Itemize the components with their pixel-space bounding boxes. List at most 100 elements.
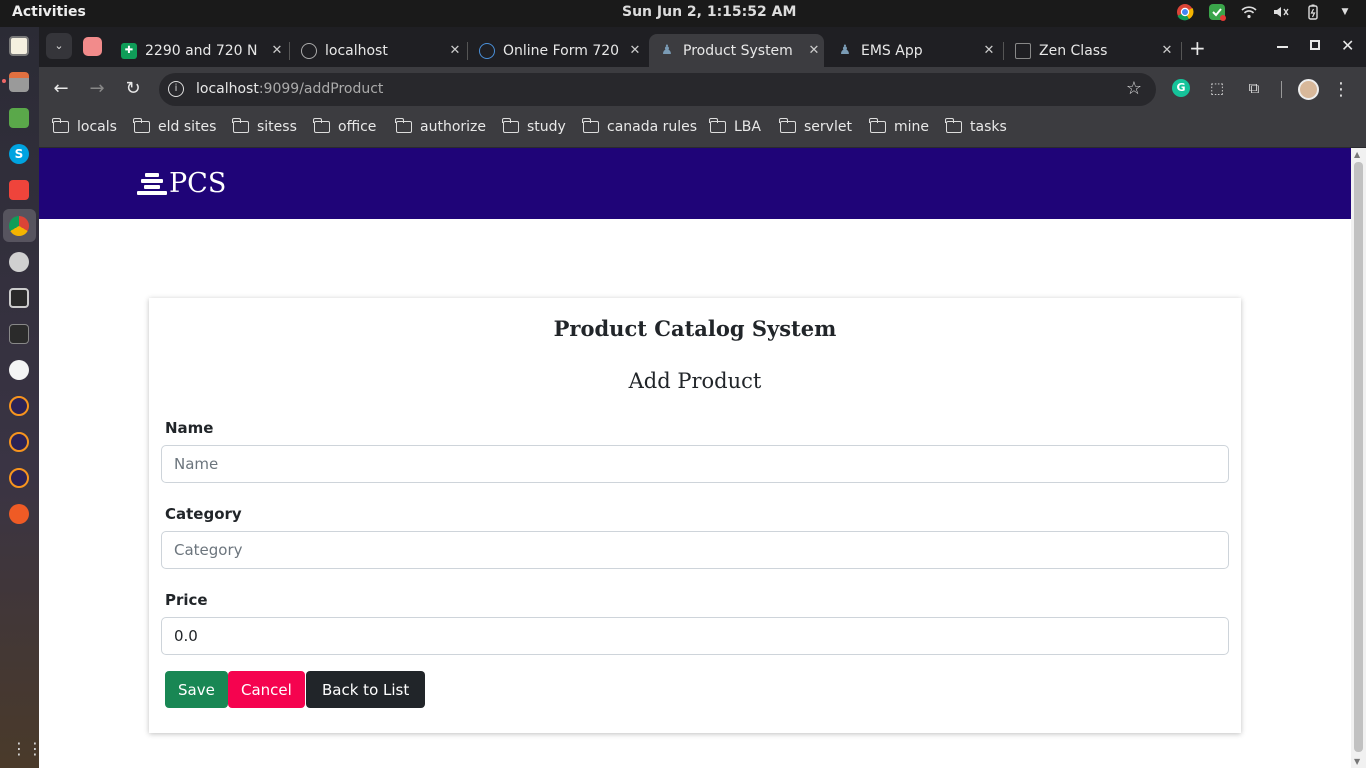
page-title: Product Catalog System (553, 316, 837, 341)
bookmark-folder[interactable]: LBA (709, 118, 761, 135)
category-input[interactable] (161, 531, 1229, 569)
price-label: Price (165, 591, 208, 609)
sheets-icon: ✚ (121, 42, 137, 59)
scroll-up-arrow-icon[interactable]: ▲ (1354, 150, 1360, 159)
bookmark-folder[interactable]: office (313, 118, 376, 135)
back-to-list-button[interactable]: Back to List (306, 671, 426, 708)
eclipse-icon[interactable] (9, 396, 29, 416)
address-url[interactable]: localhost:9099/addProduct (196, 81, 383, 97)
browser-tab-strip: ⌄ ✚ 2290 and 720 N ✕ localhost ✕ Online … (39, 27, 1366, 67)
bookmark-label: servlet (804, 119, 852, 135)
restore-window-icon[interactable] (1310, 40, 1320, 50)
brand-logo[interactable]: PCS (137, 168, 226, 199)
image-viewer-icon[interactable] (9, 108, 29, 128)
tab-title: Product System (683, 42, 793, 59)
reload-icon[interactable]: ↻ (122, 78, 144, 100)
page-viewport: PCS Product Catalog System Add Product N… (39, 148, 1351, 768)
tab-separator (467, 42, 468, 60)
bookmarks-bar: locals eld sites sitess office authorize… (39, 112, 1366, 148)
screenshot-extension-icon[interactable]: ⬚ (1207, 79, 1227, 99)
close-tab-icon[interactable]: ✕ (804, 43, 824, 58)
system-tray: ▼ (1176, 3, 1354, 21)
chrome-tray-icon[interactable] (1176, 3, 1194, 21)
system-menu-caret-icon[interactable]: ▼ (1336, 3, 1354, 21)
folder-icon (869, 118, 886, 133)
browser-tab[interactable]: ♟ EMS App ✕ (827, 34, 999, 67)
tab-separator (1181, 42, 1182, 60)
text-editor-icon[interactable] (9, 36, 29, 56)
close-tab-icon[interactable]: ✕ (1157, 43, 1177, 58)
cancel-button[interactable]: Cancel (228, 671, 305, 708)
battery-icon[interactable] (1304, 3, 1322, 21)
url-path: :9099/addProduct (258, 81, 384, 97)
bookmark-folder[interactable]: eld sites (133, 118, 216, 135)
chrome-menu-icon[interactable]: ⋮ (1331, 79, 1351, 100)
browser-tab-active[interactable]: ♟ Product System ✕ (649, 34, 824, 67)
activities-button[interactable]: Activities (12, 4, 86, 20)
system-clock[interactable]: Sun Jun 2, 1:15:52 AM (622, 4, 796, 20)
browser-tab[interactable]: Zen Class ✕ (1005, 34, 1177, 67)
eclipse-icon[interactable] (9, 468, 29, 488)
bookmark-folder[interactable]: authorize (395, 118, 486, 135)
anydesk-icon[interactable] (9, 180, 29, 200)
app-icon: ♟ (661, 43, 673, 58)
extensions-puzzle-icon[interactable]: ⧉ (1244, 79, 1264, 99)
terminal-icon[interactable] (9, 324, 29, 344)
page-scrollbar[interactable]: ▲ ▼ (1351, 148, 1366, 768)
forward-arrow-icon[interactable]: → (86, 78, 108, 100)
back-arrow-icon[interactable]: ← (50, 78, 72, 100)
files-icon[interactable] (9, 72, 29, 92)
close-tab-icon[interactable]: ✕ (625, 43, 645, 58)
scroll-down-arrow-icon[interactable]: ▼ (1354, 757, 1360, 766)
wifi-icon[interactable] (1240, 3, 1258, 21)
bookmark-label: study (527, 119, 566, 135)
settings-icon[interactable] (9, 252, 29, 272)
grammarly-extension-icon[interactable]: G (1172, 79, 1190, 97)
close-tab-icon[interactable]: ✕ (267, 43, 287, 58)
price-input[interactable] (161, 617, 1229, 655)
bookmark-folder[interactable]: study (502, 118, 566, 135)
tab-search-button[interactable]: ⌄ (46, 33, 72, 59)
close-tab-icon[interactable]: ✕ (445, 43, 465, 58)
bookmark-folder[interactable]: mine (869, 118, 930, 135)
tab-separator (289, 42, 290, 60)
browser-tab[interactable]: Online Form 720 ✕ (469, 34, 645, 67)
browser-tab[interactable]: localhost ✕ (291, 34, 465, 67)
bookmark-label: sitess (257, 119, 297, 135)
new-tab-button[interactable]: + (1189, 36, 1206, 60)
vim-icon[interactable] (9, 288, 29, 308)
bookmark-folder[interactable]: tasks (945, 118, 1007, 135)
name-label: Name (165, 419, 214, 437)
skype-icon[interactable]: S (9, 144, 29, 164)
form-title: Add Product (628, 369, 762, 393)
address-bar[interactable]: i localhost:9099/addProduct ☆ (159, 73, 1156, 106)
browser-tab[interactable]: ✚ 2290 and 720 N ✕ (111, 34, 287, 67)
browser-toolbar: ← → ↻ i localhost:9099/addProduct ☆ G ⬚ … (39, 67, 1366, 112)
bookmark-folder[interactable]: servlet (779, 118, 852, 135)
scrollbar-thumb[interactable] (1354, 162, 1363, 752)
volume-muted-icon[interactable] (1272, 3, 1290, 21)
bookmark-folder[interactable]: canada rules (582, 118, 697, 135)
tab-group-icon[interactable] (83, 37, 102, 56)
bookmark-label: mine (894, 119, 930, 135)
close-window-icon[interactable]: ✕ (1341, 36, 1354, 55)
folder-icon (582, 118, 599, 133)
bookmark-folder[interactable]: sitess (232, 118, 297, 135)
bookmark-folder[interactable]: locals (52, 118, 117, 135)
update-tray-icon[interactable] (1208, 3, 1226, 21)
site-info-icon[interactable]: i (168, 81, 184, 97)
chrome-dock-icon[interactable] (9, 216, 29, 236)
globe-icon (301, 42, 317, 59)
save-button[interactable]: Save (165, 671, 228, 708)
mongodb-compass-icon[interactable] (9, 360, 29, 380)
url-host: localhost (196, 81, 259, 97)
close-tab-icon[interactable]: ✕ (979, 43, 999, 58)
tab-title: Zen Class (1039, 42, 1108, 59)
postman-icon[interactable] (9, 504, 29, 524)
bookmark-star-icon[interactable]: ☆ (1126, 78, 1142, 99)
name-input[interactable] (161, 445, 1229, 483)
minimize-window-icon[interactable] (1277, 46, 1288, 48)
folder-icon (502, 118, 519, 133)
eclipse-icon[interactable] (9, 432, 29, 452)
profile-avatar[interactable] (1298, 79, 1319, 100)
